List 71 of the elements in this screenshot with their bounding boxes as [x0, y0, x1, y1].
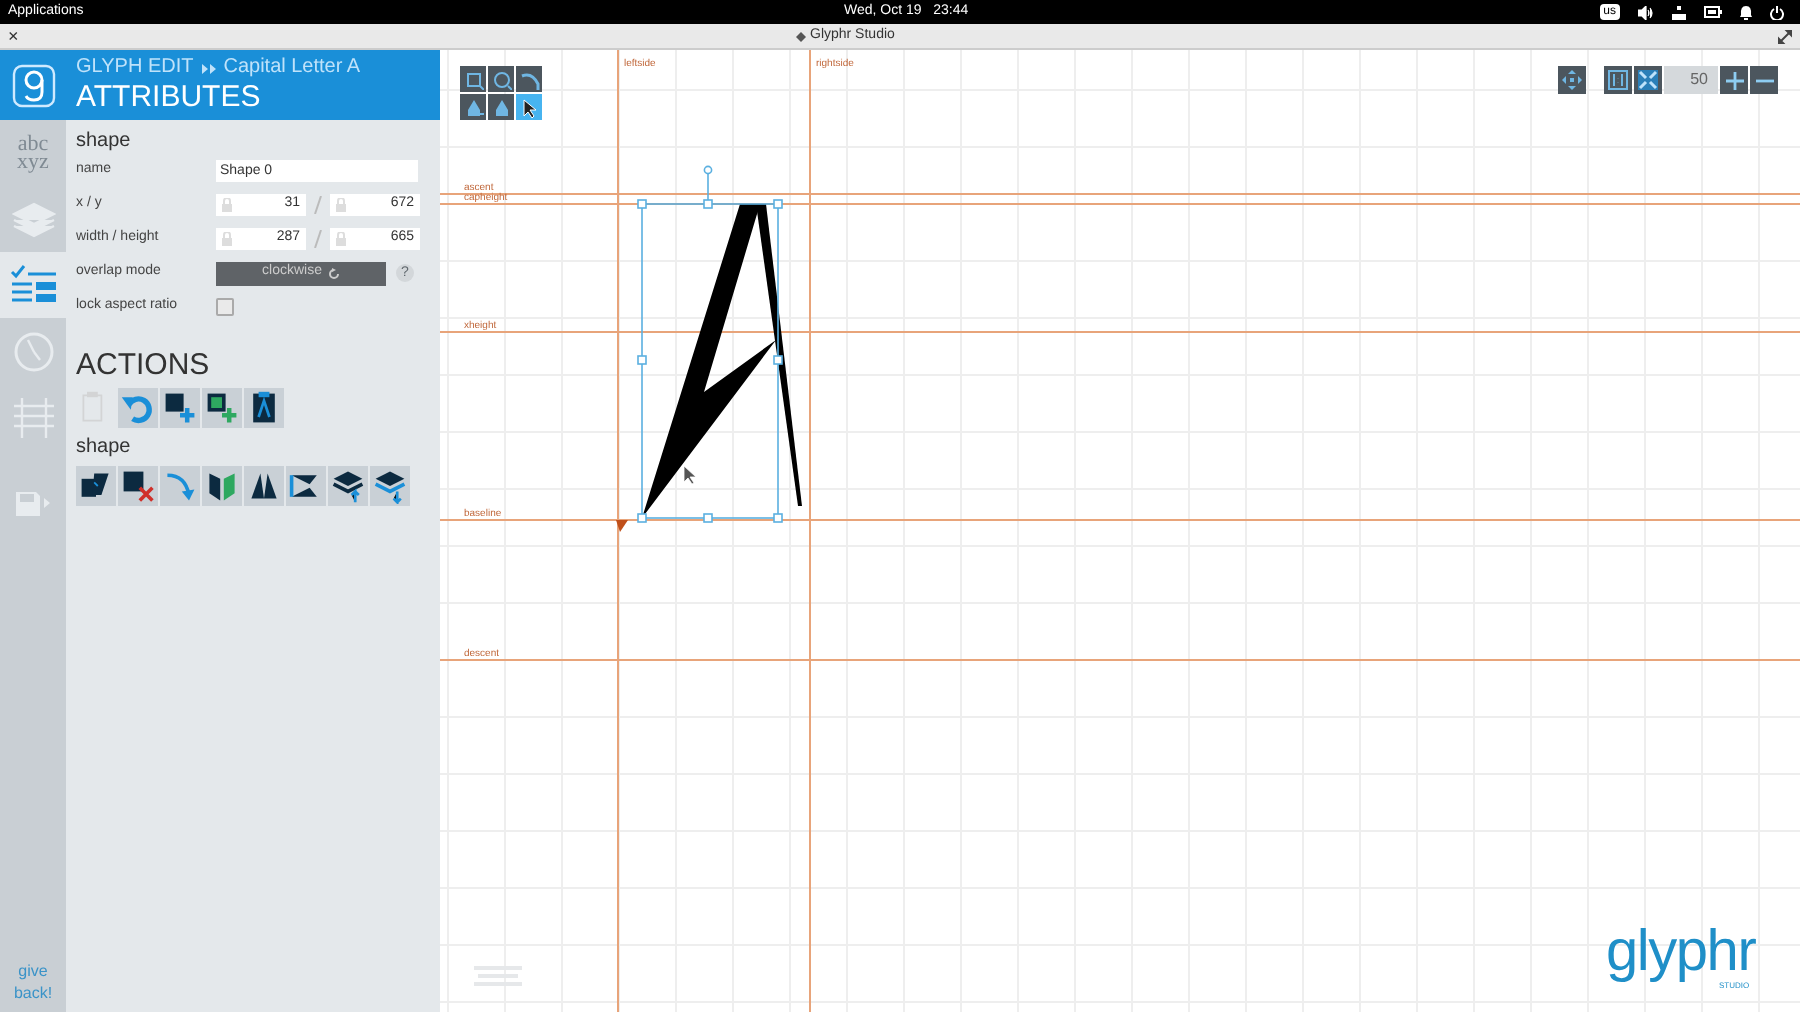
- copy-button[interactable]: [76, 466, 116, 506]
- glyph-name: Capital Letter A: [223, 56, 361, 80]
- circle-tool-icon: [491, 69, 511, 89]
- square-tool-icon: [463, 69, 483, 89]
- clear-button[interactable]: [244, 388, 284, 428]
- logo-icon: [11, 63, 55, 107]
- panel-title: ATTRIBUTES: [76, 80, 263, 114]
- one-to-one-icon: [1608, 70, 1628, 90]
- delete-shape-icon: [120, 468, 156, 504]
- layers-icon: [11, 197, 55, 241]
- pan-button[interactable]: [1558, 66, 1586, 94]
- add-square-icon: [162, 390, 198, 426]
- section-heading: shape: [76, 436, 133, 460]
- brand-logo: glyphr: [1606, 924, 1756, 980]
- checkbox[interactable]: [216, 298, 234, 316]
- actions-heading: ACTIONS: [76, 348, 212, 382]
- section-heading: shape: [76, 130, 133, 154]
- zoom-out-button[interactable]: [1750, 66, 1778, 94]
- double-chevron-icon: [201, 63, 216, 73]
- lock-icon: [222, 232, 232, 246]
- fit-button[interactable]: [1634, 66, 1662, 94]
- power-icon[interactable]: [1770, 5, 1784, 19]
- layer-up-icon: [330, 468, 366, 504]
- rotate-icon: [327, 267, 340, 279]
- add-point-icon: [463, 97, 483, 117]
- layer-down-button[interactable]: [370, 466, 410, 506]
- flip-vertical-icon: [246, 468, 282, 504]
- add-shape-button[interactable]: [160, 388, 200, 428]
- chooser-label: xyz: [17, 153, 49, 171]
- add-point-tool-button[interactable]: [460, 94, 486, 120]
- close-button[interactable]: ×: [8, 27, 19, 45]
- network-icon[interactable]: [1672, 5, 1686, 19]
- clock-icon: [11, 329, 55, 373]
- delete-button[interactable]: [118, 466, 158, 506]
- volume-icon[interactable]: [1638, 5, 1654, 19]
- rail-attributes-button[interactable]: [0, 252, 66, 318]
- layer-up-button[interactable]: [328, 466, 368, 506]
- skew-button[interactable]: [286, 466, 326, 506]
- lock-icon: [336, 232, 346, 246]
- layer-down-icon: [372, 468, 408, 504]
- glyph-shape[interactable]: [642, 204, 802, 518]
- plus-icon: [1725, 71, 1743, 89]
- guides-icon: [11, 395, 55, 439]
- point-tool-icon: [491, 97, 511, 117]
- chooser-label: abc: [17, 135, 49, 153]
- fit-icon: [1638, 70, 1658, 90]
- rect-tool-button[interactable]: [460, 66, 486, 92]
- actual-size-button[interactable]: [1604, 66, 1632, 94]
- flip-v-button[interactable]: [244, 466, 284, 506]
- pointer-icon: [519, 97, 539, 117]
- diamond-icon: [796, 31, 806, 41]
- attributes-list-icon: [9, 263, 57, 307]
- move-icon: [1562, 70, 1582, 90]
- add-path-button[interactable]: [202, 388, 242, 428]
- mouse-cursor: [683, 465, 697, 485]
- zoom-field[interactable]: 50: [1664, 66, 1718, 94]
- flip-horizontal-icon: [204, 468, 240, 504]
- bell-icon[interactable]: [1740, 5, 1752, 19]
- pen-tool-icon: [519, 69, 539, 89]
- flip-h-button[interactable]: [202, 466, 242, 506]
- lock-icon: [336, 198, 346, 212]
- zoom-in-button[interactable]: [1720, 66, 1748, 94]
- battery-icon[interactable]: [1704, 6, 1722, 18]
- add-path-icon: [204, 390, 240, 426]
- curved-arrow-icon: [162, 468, 198, 504]
- pointer-tool-button[interactable]: [516, 94, 542, 120]
- baseline-marker: [616, 520, 628, 532]
- selection-box[interactable]: [637, 165, 783, 523]
- expand-icon[interactable]: [1778, 29, 1792, 43]
- lock-icon: [222, 198, 232, 212]
- undo-arrow-icon: [120, 390, 156, 426]
